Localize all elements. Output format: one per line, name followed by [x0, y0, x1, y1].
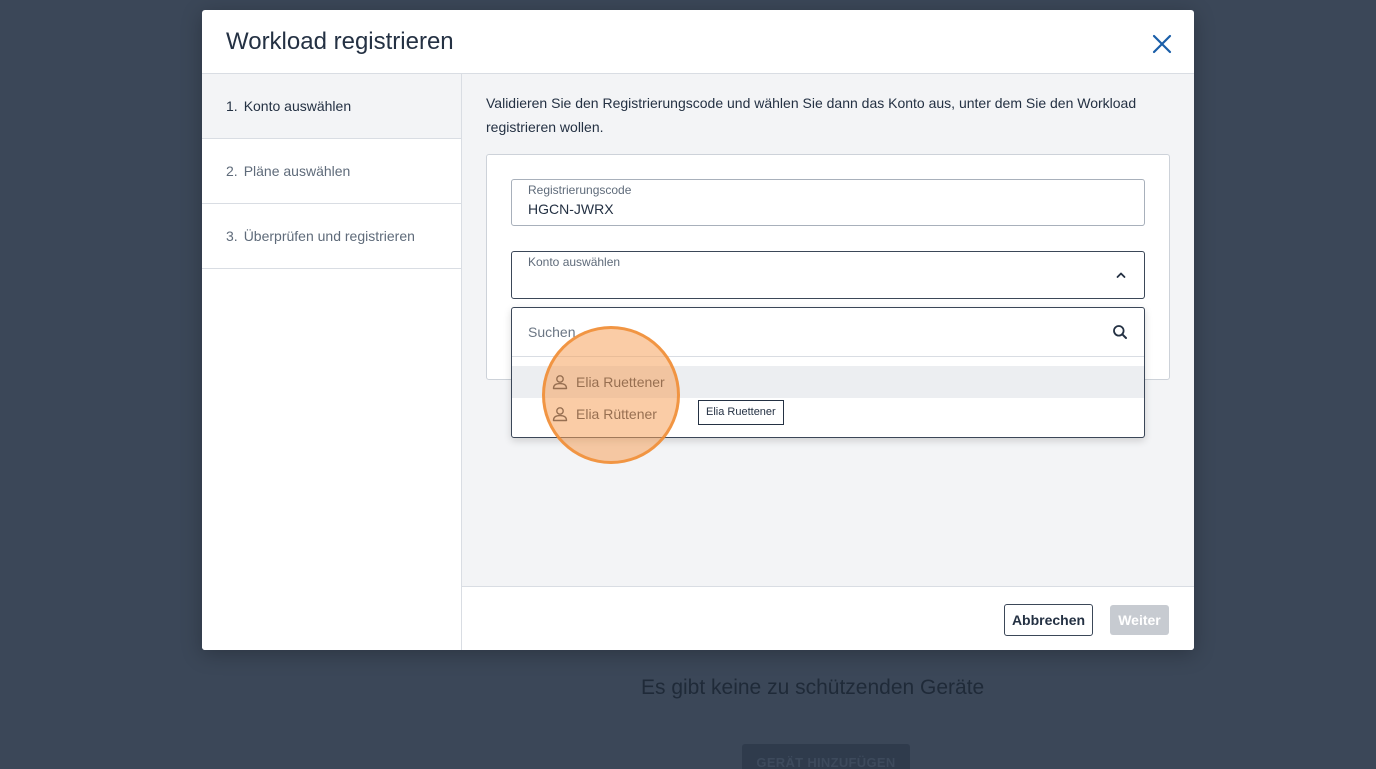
dialog-header: Workload registrieren [202, 10, 1194, 74]
search-input[interactable] [528, 322, 1088, 342]
chevron-up-icon [1114, 268, 1128, 282]
empty-state-message: Es gibt keine zu schützenden Geräte [641, 676, 985, 699]
close-icon[interactable] [1148, 30, 1176, 58]
step-review-register[interactable]: 3. Überprüfen und registrieren [202, 204, 461, 269]
step-label: Pläne auswählen [243, 163, 351, 179]
step-label: Überprüfen und registrieren [243, 228, 415, 244]
registration-code-field[interactable]: Registrierungscode HGCN-JWRX [511, 179, 1145, 226]
registration-code-value: HGCN-JWRX [528, 201, 614, 217]
add-device-button: GERÄT HINZUFÜGEN [742, 744, 910, 769]
step-select-plans[interactable]: 2. Pläne auswählen [202, 139, 461, 204]
account-option-label: Elia Rüttener [576, 406, 657, 422]
dropdown-search [512, 308, 1144, 357]
dialog-footer: Abbrechen Weiter [462, 586, 1194, 650]
step-number: 2. [226, 163, 238, 179]
next-button[interactable]: Weiter [1110, 605, 1169, 635]
account-dropdown: Elia Ruettener Elia Rüttener [511, 307, 1145, 438]
option-tooltip: Elia Ruettener [698, 400, 784, 425]
step-number: 1. [226, 98, 238, 114]
step-select-account[interactable]: 1. Konto auswählen [202, 74, 461, 139]
step-number: 3. [226, 228, 238, 244]
dialog-title: Workload registrieren [226, 28, 454, 55]
registration-code-label: Registrierungscode [528, 183, 632, 197]
step-label: Konto auswählen [243, 98, 352, 114]
user-icon [552, 374, 568, 390]
intro-text: Validieren Sie den Registrierungscode un… [486, 95, 1137, 135]
account-select-label: Konto auswählen [528, 255, 621, 269]
account-option[interactable]: Elia Ruettener [512, 366, 1144, 398]
user-icon [552, 406, 568, 422]
account-option-label: Elia Ruettener [576, 374, 665, 390]
wizard-steps: 1. Konto auswählen 2. Pläne auswählen 3.… [202, 74, 462, 650]
account-select[interactable]: Konto auswählen [511, 251, 1145, 299]
search-icon[interactable] [1112, 324, 1128, 340]
cancel-button[interactable]: Abbrechen [1004, 604, 1093, 636]
account-option[interactable]: Elia Rüttener [512, 398, 1144, 430]
